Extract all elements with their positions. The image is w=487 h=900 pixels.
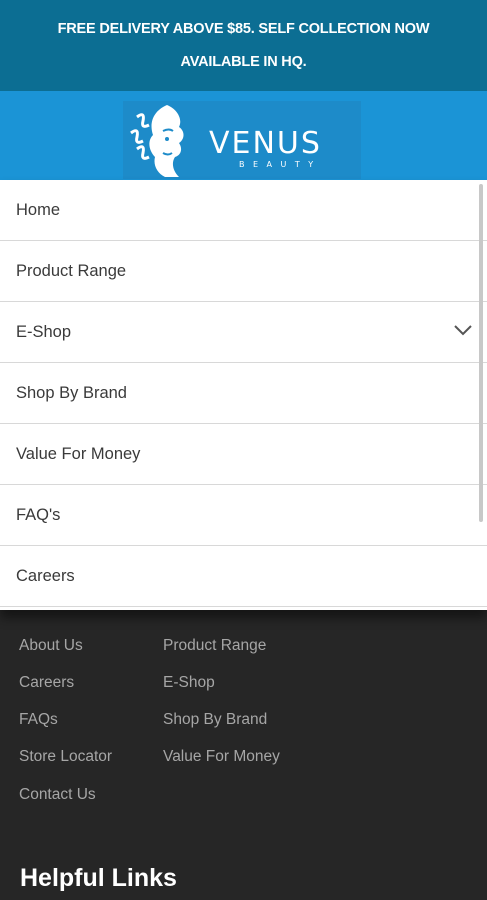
chevron-down-icon[interactable] [453,323,473,337]
menu-item-shop-by-brand[interactable]: Shop By Brand [0,363,487,424]
logo-wordmark: VENUS [209,126,322,161]
footer-link-product-range[interactable]: Product Range [163,636,266,656]
logo-subtitle: BEAUTY [239,160,322,169]
venus-face-logo-icon [130,105,184,177]
helpful-links-heading: Helpful Links [20,864,177,892]
footer-link-careers[interactable]: Careers [19,673,74,693]
footer-link-store-locator[interactable]: Store Locator [19,747,112,767]
footer-link-contact-us[interactable]: Contact Us [19,785,96,805]
footer-link-value-for-money[interactable]: Value For Money [163,747,280,767]
footer-link-about-us[interactable]: About Us [19,636,83,656]
menu-item-label: Value For Money [16,444,141,463]
announcement-bar: FREE DELIVERY ABOVE $85. SELF COLLECTION… [0,0,487,91]
menu-item-label: Home [16,200,61,219]
footer-link-e-shop[interactable]: E-Shop [163,673,215,693]
footer-link-faqs[interactable]: FAQs [19,710,58,730]
menu-item-label: Shop By Brand [16,383,127,402]
menu-item-label: FAQ's [16,505,61,524]
menu-item-label: Product Range [16,261,127,280]
menu-item-value-for-money[interactable]: Value For Money [0,424,487,485]
announcement-line-1: FREE DELIVERY ABOVE $85. SELF COLLECTION… [57,20,430,37]
menu-item-e-shop[interactable]: E-Shop [0,302,487,363]
menu-item-faqs[interactable]: FAQ's [0,485,487,546]
menu-item-home[interactable]: Home [0,180,487,241]
announcement-line-2: AVAILABLE IN HQ. [180,53,307,70]
menu-scrollbar[interactable] [479,184,483,522]
footer-link-shop-by-brand[interactable]: Shop By Brand [163,710,267,730]
venus-beauty-logo[interactable]: VENUS BEAUTY [123,101,361,179]
menu-item-careers[interactable]: Careers [0,546,487,607]
menu-item-product-range[interactable]: Product Range [0,241,487,302]
menu-item-label: E-Shop [16,322,72,341]
mobile-nav-menu: Home Product Range E-Shop Shop By Brand … [0,180,487,610]
menu-item-label: Careers [16,566,75,585]
